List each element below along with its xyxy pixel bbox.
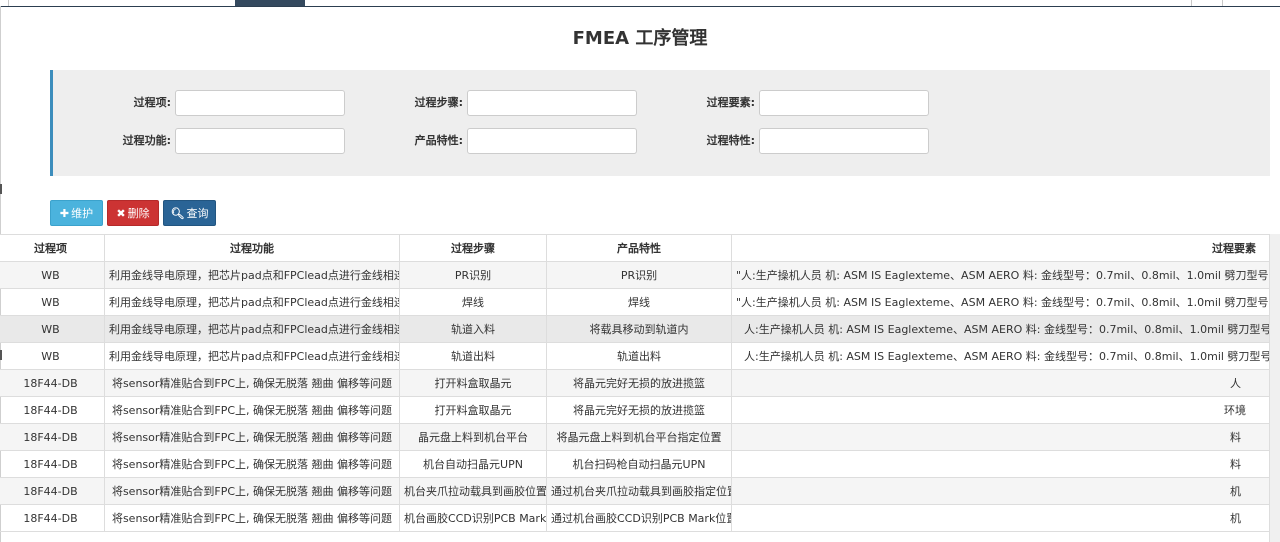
maintain-label: 维护: [71, 207, 94, 220]
cell-process-item: WB: [0, 261, 105, 289]
process-characteristic-label: 过程特性:: [706, 134, 755, 147]
filter-panel: 过程项: 过程步骤: 过程要素: 过程功能: 产品特性: 过程特性:: [50, 70, 1270, 176]
header-process-step[interactable]: 过程步骤: [399, 234, 547, 262]
product-characteristic-input[interactable]: [467, 128, 637, 154]
cell-process-step: 机台夹爪拉动载具到画胶位置: [399, 477, 547, 505]
query-button[interactable]: 🔍︎ 查询: [163, 200, 216, 226]
cell-process-step: 机台画胶CCD识别PCB Mark: [399, 504, 547, 532]
cell-product-characteristic: 将载具移动到轨道内: [546, 315, 732, 343]
process-function-label: 过程功能:: [122, 134, 171, 147]
cell-process-element: 人:生产操机人员 机: ASM IS Eaglexteme、ASM AERO 料…: [731, 315, 1280, 343]
table-row[interactable]: 18F44-DB 将sensor精准贴合到FPC上, 确保无脱落 翘曲 偏移等问…: [0, 423, 1280, 451]
cell-process-step: 机台自动扫晶元UPN: [399, 450, 547, 478]
cell-product-characteristic: 轨道出料: [546, 342, 732, 370]
tab-divider: [1191, 0, 1192, 6]
process-step-label: 过程步骤:: [414, 96, 463, 109]
header-process-item[interactable]: 过程项: [0, 234, 105, 262]
cell-process-function: 将sensor精准贴合到FPC上, 确保无脱落 翘曲 偏移等问题: [104, 450, 400, 478]
top-tab-bar: [0, 0, 1280, 7]
cell-product-characteristic: 焊线: [546, 288, 732, 316]
cell-process-step: 打开料盒取晶元: [399, 396, 547, 424]
search-icon: 🔍︎: [170, 207, 185, 220]
table-row[interactable]: WB 利用金线导电原理，把芯片pad点和FPClead点进行金线相连接 轨道入料…: [0, 315, 1280, 343]
cell-process-function: 将sensor精准贴合到FPC上, 确保无脱落 翘曲 偏移等问题: [104, 504, 400, 532]
cell-process-step: PR识别: [399, 261, 547, 289]
cell-process-element: 环境: [731, 396, 1280, 424]
cell-product-characteristic: 通过机台画胶CCD识别PCB Mark位置: [546, 504, 732, 532]
cell-process-function: 将sensor精准贴合到FPC上, 确保无脱落 翘曲 偏移等问题: [104, 477, 400, 505]
cell-process-item: 18F44-DB: [0, 477, 105, 505]
process-characteristic-input[interactable]: [759, 128, 929, 154]
cell-process-item: 18F44-DB: [0, 504, 105, 532]
cell-process-element: 人:生产操机人员 机: ASM IS Eaglexteme、ASM AERO 料…: [731, 342, 1280, 370]
plus-icon: ✚: [59, 207, 70, 220]
frame-mark: [0, 184, 2, 194]
cell-process-function: 利用金线导电原理，把芯片pad点和FPClead点进行金线相连接: [104, 261, 400, 289]
cell-process-item: WB: [0, 342, 105, 370]
tab-divider: [8, 0, 9, 6]
process-table-grid: 过程项 过程功能 过程步骤 产品特性 过程要素 WB 利用金线导电原理，把芯片p…: [0, 234, 1280, 542]
active-tab-indicator[interactable]: [235, 0, 305, 6]
cell-process-element: "人:生产操机人员 机: ASM IS Eaglexteme、ASM AERO …: [731, 261, 1280, 289]
cell-process-element: 机: [731, 477, 1280, 505]
tab-divider: [1222, 0, 1223, 6]
table-row[interactable]: WB 利用金线导电原理，把芯片pad点和FPClead点进行金线相连接 轨道出料…: [0, 342, 1280, 370]
table-row[interactable]: 18F44-DB 将sensor精准贴合到FPC上, 确保无脱落 翘曲 偏移等问…: [0, 369, 1280, 397]
table-row[interactable]: 18F44-DB 将sensor精准贴合到FPC上, 确保无脱落 翘曲 偏移等问…: [0, 504, 1280, 532]
cell-process-function: 将sensor精准贴合到FPC上, 确保无脱落 翘曲 偏移等问题: [104, 396, 400, 424]
cell-process-item: 18F44-DB: [0, 369, 105, 397]
table-header-row: 过程项 过程功能 过程步骤 产品特性 过程要素: [0, 234, 1280, 262]
cell-process-step: 打开料盒取晶元: [399, 369, 547, 397]
cell-process-step: 轨道出料: [399, 342, 547, 370]
cell-process-function: 利用金线导电原理，把芯片pad点和FPClead点进行金线相连接: [104, 315, 400, 343]
cell-product-characteristic: 将晶元完好无损的放进揽篮: [546, 369, 732, 397]
cell-process-function: 利用金线导电原理，把芯片pad点和FPClead点进行金线相连接: [104, 342, 400, 370]
table-row[interactable]: WB 利用金线导电原理，把芯片pad点和FPClead点进行金线相连接 焊线 焊…: [0, 288, 1280, 316]
cell-process-element: 人: [731, 369, 1280, 397]
cell-process-item: 18F44-DB: [0, 396, 105, 424]
table-row[interactable]: WB 利用金线导电原理，把芯片pad点和FPClead点进行金线相连接 PR识别…: [0, 261, 1280, 289]
table-row[interactable]: 18F44-DB 将sensor精准贴合到FPC上, 确保无脱落 翘曲 偏移等问…: [0, 477, 1280, 505]
table-vertical-scrollbar[interactable]: [1269, 234, 1280, 542]
cell-process-function: 将sensor精准贴合到FPC上, 确保无脱落 翘曲 偏移等问题: [104, 423, 400, 451]
page-title: FMEA 工序管理: [572, 28, 708, 49]
cell-process-function: 将sensor精准贴合到FPC上, 确保无脱落 翘曲 偏移等问题: [104, 369, 400, 397]
cell-process-element: 料: [731, 450, 1280, 478]
cell-product-characteristic: PR识别: [546, 261, 732, 289]
cell-product-characteristic: 机台扫码枪自动扫晶元UPN: [546, 450, 732, 478]
cell-process-function: 利用金线导电原理，把芯片pad点和FPClead点进行金线相连接: [104, 288, 400, 316]
header-process-element[interactable]: 过程要素: [731, 234, 1280, 262]
header-product-characteristic[interactable]: 产品特性: [546, 234, 732, 262]
process-item-input[interactable]: [175, 90, 345, 116]
cell-product-characteristic: 将晶元盘上料到机台平台指定位置: [546, 423, 732, 451]
cell-process-element: 机: [731, 504, 1280, 532]
process-step-input[interactable]: [467, 90, 637, 116]
cell-process-step: 晶元盘上料到机台平台: [399, 423, 547, 451]
process-function-input[interactable]: [175, 128, 345, 154]
table-row[interactable]: 18F44-DB 将sensor精准贴合到FPC上, 确保无脱落 翘曲 偏移等问…: [0, 450, 1280, 478]
query-label: 查询: [186, 207, 209, 220]
delete-label: 删除: [127, 207, 150, 220]
process-element-label: 过程要素:: [706, 96, 755, 109]
product-characteristic-label: 产品特性:: [414, 134, 463, 147]
cell-process-item: WB: [0, 315, 105, 343]
cell-process-step: 焊线: [399, 288, 547, 316]
cell-process-item: WB: [0, 288, 105, 316]
header-process-function[interactable]: 过程功能: [104, 234, 400, 262]
x-icon: ✖: [116, 207, 126, 220]
table-row[interactable]: 18F44-DB 将sensor精准贴合到FPC上, 确保无脱落 翘曲 偏移等问…: [0, 396, 1280, 424]
cell-process-element: "人:生产操机人员 机: ASM IS Eaglexteme、ASM AERO …: [731, 288, 1280, 316]
maintain-button[interactable]: ✚ 维护: [50, 200, 103, 226]
cell-process-step: 轨道入料: [399, 315, 547, 343]
cell-process-item: 18F44-DB: [0, 423, 105, 451]
cell-process-item: 18F44-DB: [0, 450, 105, 478]
cell-process-element: 料: [731, 423, 1280, 451]
cell-product-characteristic: 通过机台夹爪拉动载具到画胶指定位置: [546, 477, 732, 505]
process-item-label: 过程项:: [133, 96, 171, 109]
process-table: 过程项 过程功能 过程步骤 产品特性 过程要素 WB 利用金线导电原理，把芯片p…: [0, 234, 1280, 532]
delete-button[interactable]: ✖ 删除: [107, 200, 159, 226]
cell-product-characteristic: 将晶元完好无损的放进揽篮: [546, 396, 732, 424]
process-element-input[interactable]: [759, 90, 929, 116]
